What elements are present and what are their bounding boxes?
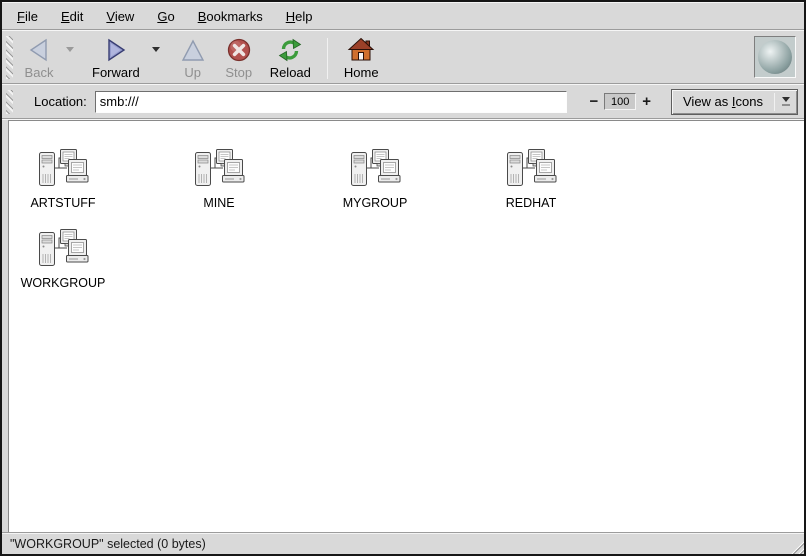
chevron-down-icon [782,97,790,102]
view-as-dropdown[interactable]: View as Icons [671,89,798,115]
network-workgroup-icon [505,145,557,191]
stop-label: Stop [225,65,252,80]
toolbar: Back Forward Up Stop [2,31,804,83]
file-manager-window: File Edit View Go Bookmarks Help Back Fo… [0,0,806,556]
up-arrow-icon [178,36,208,64]
zoom-level-indicator[interactable]: 100 [604,93,636,110]
network-group-item-redhat[interactable]: REDHAT [453,145,609,225]
menu-help[interactable]: Help [281,6,318,27]
forward-label: Forward [92,65,140,80]
sidebar-splitter[interactable] [2,120,9,532]
item-label: REDHAT [506,196,556,210]
item-label: WORKGROUP [21,276,106,290]
back-button[interactable]: Back [17,34,61,82]
zoom-in-button[interactable]: + [636,93,657,110]
reload-label: Reload [270,65,311,80]
menu-edit[interactable]: Edit [56,6,88,27]
zoom-out-button[interactable]: − [583,93,604,110]
status-bar: "WORKGROUP" selected (0 bytes) [2,532,804,554]
network-group-item-workgroup[interactable]: WORKGROUP [9,225,141,305]
menu-file[interactable]: File [12,6,43,27]
back-arrow-icon [24,36,54,64]
throbber-globe-icon [754,36,796,78]
network-group-item-mygroup[interactable]: MYGROUP [297,145,453,225]
dropdown-arrow-bar [782,104,790,106]
menubar: File Edit View Go Bookmarks Help [2,2,804,29]
status-text: "WORKGROUP" selected (0 bytes) [10,537,206,551]
back-history-dropdown[interactable] [62,35,78,63]
reload-button[interactable]: Reload [263,34,318,82]
zoom-control: − 100 + [583,93,657,110]
up-label: Up [184,65,201,80]
globe-sphere [758,40,792,74]
up-button[interactable]: Up [171,34,215,82]
menu-view[interactable]: View [101,6,139,27]
network-group-item-artstuff[interactable]: ARTSTUFF [9,145,141,225]
chevron-down-icon [152,47,160,52]
toolbar-grip-handle[interactable] [6,36,13,79]
menu-bookmarks[interactable]: Bookmarks [193,6,268,27]
network-workgroup-icon [37,225,89,271]
home-icon [346,36,376,64]
dropdown-arrow-button[interactable] [775,90,797,114]
network-workgroup-icon [37,145,89,191]
reload-icon [275,36,305,64]
network-workgroup-icon [193,145,245,191]
location-input[interactable] [95,91,568,113]
forward-history-dropdown[interactable] [148,35,164,63]
icon-grid: ARTSTUFF MINE MYGROUP REDHAT WORKGROUP [9,145,625,305]
network-group-item-mine[interactable]: MINE [141,145,297,225]
location-bar: Location: − 100 + View as Icons [2,85,804,118]
forward-arrow-icon [101,36,131,64]
item-label: MYGROUP [343,196,408,210]
menu-go[interactable]: Go [152,6,179,27]
forward-button[interactable]: Forward [85,34,147,82]
item-label: MINE [203,196,234,210]
network-workgroup-icon [349,145,401,191]
window-resize-grip[interactable] [787,537,804,554]
home-label: Home [344,65,379,80]
icon-view-canvas[interactable]: ARTSTUFF MINE MYGROUP REDHAT WORKGROUP [9,120,804,532]
toolbar-separator [327,38,328,79]
location-bar-grip-handle[interactable] [6,90,13,114]
chevron-down-icon [66,47,74,52]
stop-button[interactable]: Stop [217,34,261,82]
home-button[interactable]: Home [337,34,386,82]
content-area: ARTSTUFF MINE MYGROUP REDHAT WORKGROUP [2,120,804,532]
view-as-label: View as Icons [672,90,774,114]
item-label: ARTSTUFF [30,196,95,210]
location-label: Location: [34,94,87,109]
back-label: Back [25,65,54,80]
stop-icon [224,36,254,64]
